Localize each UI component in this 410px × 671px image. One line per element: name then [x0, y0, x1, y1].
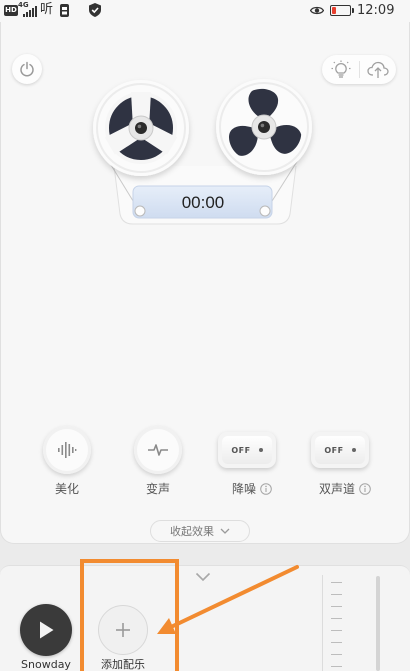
- toggle-indicator-dot: [351, 448, 356, 452]
- noise-reduction-toggle[interactable]: OFF: [218, 432, 276, 468]
- timer-text: 00:00: [182, 193, 225, 212]
- toggle-indicator-dot: [258, 448, 263, 452]
- play-icon: [40, 621, 54, 639]
- stereo-state: OFF: [324, 445, 344, 455]
- stereo-toggle[interactable]: OFF: [311, 432, 369, 468]
- stereo-toggle-face: OFF: [315, 436, 365, 464]
- collapse-effects-label: 收起效果: [170, 525, 214, 538]
- right-tape-reel-icon: [216, 79, 312, 175]
- play-music-button[interactable]: [20, 604, 72, 656]
- add-music-button[interactable]: [98, 605, 148, 655]
- collapse-effects-button[interactable]: 收起效果: [150, 520, 250, 542]
- current-track-name: Snowday: [21, 659, 71, 671]
- voice-change-label-text: 变声: [145, 482, 170, 496]
- plus-icon: [116, 623, 130, 637]
- stereo-label-text: 双声道: [318, 482, 355, 496]
- beautify-label-text: 美化: [54, 482, 79, 496]
- volume-slider[interactable]: [376, 576, 380, 671]
- add-music-label: 添加配乐: [101, 659, 145, 671]
- beautify-button[interactable]: [43, 426, 91, 474]
- voice-change-label: 变声: [128, 481, 188, 497]
- expand-chevron-down-icon[interactable]: [195, 572, 211, 582]
- waveform-icon: [58, 442, 77, 458]
- noise-reduction-label: 降噪: [214, 481, 290, 497]
- left-tape-reel-icon: [93, 80, 189, 176]
- info-icon[interactable]: [260, 483, 272, 495]
- tape-recorder-graphic: 00:00: [93, 79, 312, 225]
- chevron-down-icon: [220, 528, 230, 534]
- pulse-icon: [148, 444, 168, 456]
- tape-guide-right: [259, 205, 271, 217]
- info-icon[interactable]: [359, 483, 371, 495]
- volume-divider: [322, 575, 323, 671]
- volume-scale: [331, 582, 342, 668]
- noise-reduction-state: OFF: [231, 445, 251, 455]
- recorder-screen: HD 4G 听 12:09 00:00 美化 变声 OFF 降噪 OFF 双声道…: [0, 0, 410, 671]
- tape-guide-left: [134, 205, 146, 217]
- stereo-label: 双声道: [300, 481, 390, 497]
- voice-change-button[interactable]: [134, 426, 182, 474]
- noise-reduction-toggle-face: OFF: [222, 436, 272, 464]
- beautify-label: 美化: [37, 481, 97, 497]
- noise-reduction-label-text: 降噪: [231, 482, 256, 496]
